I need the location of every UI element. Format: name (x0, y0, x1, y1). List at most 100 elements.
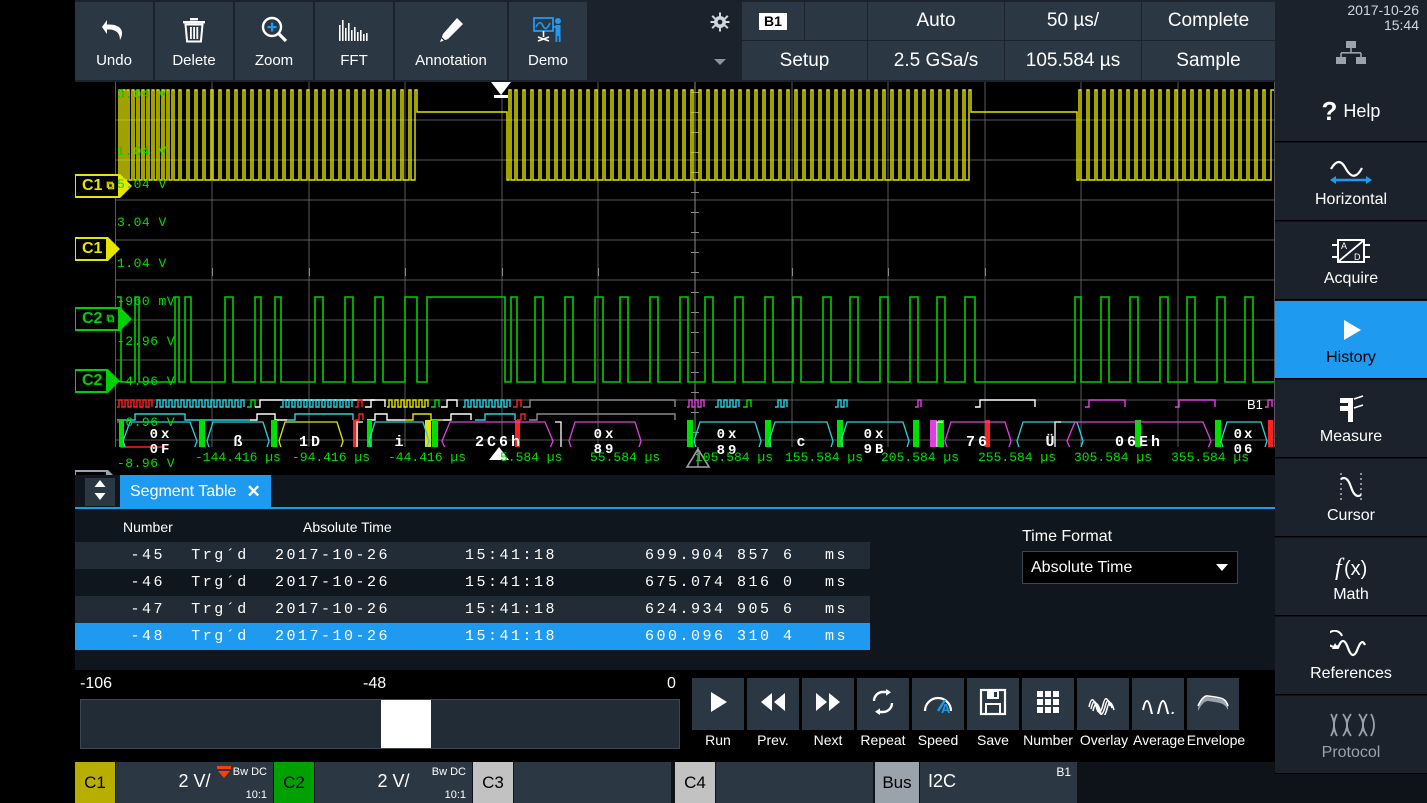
channel-bandwidth-c2: Bᴡ DC (432, 766, 466, 778)
sidebar-item-measure[interactable]: Measure (1275, 380, 1427, 458)
sidebar-item-protocol[interactable]: Protocol (1275, 696, 1427, 774)
channel-settings-c4[interactable] (716, 762, 873, 803)
rewind-icon (758, 690, 788, 719)
channel-tag-c2-threshold[interactable]: C2 ⧉ (75, 307, 120, 331)
speed-button[interactable]: A (912, 678, 964, 730)
time-tick: 255.584 µs (978, 450, 1056, 465)
save-label: Save (967, 732, 1019, 748)
demo-button[interactable]: Demo (509, 2, 587, 80)
record-length-field[interactable]: 105.584 µs (1005, 41, 1141, 80)
channel-key-c1[interactable]: C1 (75, 762, 115, 803)
channel-tag-c2[interactable]: C2 (75, 369, 108, 393)
annotation-button[interactable]: Annotation (395, 2, 507, 80)
history-scrollbar-thumb[interactable] (381, 700, 431, 748)
channel-key-c3[interactable]: C3 (473, 762, 513, 803)
acquisition-mode-field[interactable]: Sample (1142, 41, 1275, 80)
sidebar-item-label: Cursor (1327, 507, 1375, 525)
channel-tag-c1-threshold[interactable]: C1 ⧉ (75, 174, 120, 198)
panel-resize-spinner[interactable] (85, 478, 115, 506)
overlay-label: Overlay (1073, 732, 1135, 748)
undo-button[interactable]: Undo (75, 2, 153, 80)
cursor-wave-icon (1331, 470, 1371, 506)
channel-key-c4[interactable]: C4 (675, 762, 715, 803)
play-icon (1335, 312, 1367, 348)
time-axis: -144.416 µs -94.416 µs -44.416 µs 5.584 … (190, 447, 1275, 475)
sidebar-item-horizontal[interactable]: Horizontal (1275, 143, 1427, 221)
spinner-updown-icon (93, 479, 107, 506)
channel-settings-c1[interactable]: 2 V/ Bᴡ DC 10:1 (116, 762, 273, 803)
cell-clock: 15:41:18 (465, 574, 645, 591)
bus-key[interactable]: Bus (875, 762, 919, 803)
sidebar-item-math[interactable]: f (x) Math (1275, 538, 1427, 616)
scroll-range-labels: -106 -48 0 (75, 672, 685, 697)
table-row[interactable]: -45 Trg´d 2017-10-26 15:41:18 699.904 85… (75, 542, 870, 569)
tab-segment-table[interactable]: Segment Table ✕ (120, 475, 271, 509)
playback-controls: Run Prev. Next Repeat (692, 678, 1252, 750)
prev-button[interactable] (747, 678, 799, 730)
repeat-label: Repeat (857, 732, 909, 748)
sidebar-item-help[interactable]: ? Help (1275, 82, 1427, 142)
fft-button[interactable]: FFT (315, 2, 393, 80)
network-icon[interactable] (1334, 40, 1368, 71)
cell-value: 675.074 816 0 (645, 574, 825, 591)
zoom-button[interactable]: Zoom (235, 2, 313, 80)
trigger-position-marker[interactable] (491, 82, 511, 95)
sample-rate-field[interactable]: 2.5 GSa/s (868, 41, 1004, 80)
svg-text:A: A (1341, 241, 1347, 251)
bus-settings[interactable]: I2C B1 (920, 762, 1077, 803)
channel-bandwidth-c1: Bᴡ DC (233, 766, 267, 778)
delete-button[interactable]: Delete (155, 2, 233, 80)
speed-label: Speed (912, 732, 964, 748)
bus-badge: B1 (1056, 765, 1071, 779)
time-format-select[interactable]: Absolute Time (1022, 551, 1238, 584)
table-row[interactable]: -46 Trg´d 2017-10-26 15:41:18 675.074 81… (75, 569, 870, 596)
close-icon[interactable]: ✕ (246, 482, 260, 502)
channel-settings-c3[interactable] (514, 762, 671, 803)
table-row[interactable]: -48 Trg´d 2017-10-26 15:41:18 600.096 31… (75, 623, 870, 650)
bus-indicator[interactable]: B1 (742, 2, 804, 40)
fft-icon (337, 10, 371, 50)
fft-label: FFT (340, 52, 368, 69)
trigger-mode-field[interactable]: Auto (868, 2, 1004, 40)
channel-tag-c1[interactable]: C1 (75, 237, 108, 261)
table-row[interactable]: -47 Trg´d 2017-10-26 15:41:18 624.934 90… (75, 596, 870, 623)
waveform-display[interactable]: 0x0F ß 1D i 2C6h 0x89 c 0x 0x9B 76 Ü 06E… (75, 82, 1275, 475)
repeat-button[interactable] (857, 678, 909, 730)
run-button[interactable] (692, 678, 744, 730)
sidebar-item-cursor[interactable]: Cursor (1275, 459, 1427, 537)
sidebar-item-references[interactable]: References (1275, 617, 1427, 695)
channel-probe-ratio-c1: 10:1 (246, 789, 267, 801)
overlay-waves-icon (1086, 689, 1120, 720)
time-tick: -144.416 µs (195, 450, 281, 465)
references-wave-icon (1330, 628, 1372, 664)
time-scale-field[interactable]: 50 µs/ (1005, 2, 1141, 40)
cell-number: -48 (75, 628, 165, 645)
number-button[interactable] (1022, 678, 1074, 730)
pencil-icon (437, 10, 465, 50)
acquisition-settings-grid: B1 Setup Auto 2.5 GSa/s 50 µs/ 105.584 µ… (742, 2, 1275, 80)
cell-number: -46 (75, 574, 165, 591)
cell-date: 2017-10-26 (275, 628, 465, 645)
envelope-button[interactable] (1187, 678, 1239, 730)
sidebar-item-history[interactable]: History (1275, 301, 1427, 379)
average-button[interactable] (1132, 678, 1184, 730)
toolbar-settings-button[interactable] (698, 2, 742, 80)
save-button[interactable] (967, 678, 1019, 730)
channel-key-c2[interactable]: C2 (274, 762, 314, 803)
voltage-label: 3.04 V (117, 215, 167, 230)
overlay-button[interactable] (1077, 678, 1129, 730)
acquisition-state-field[interactable]: Complete (1142, 2, 1275, 40)
annotation-label: Annotation (415, 52, 487, 69)
next-button[interactable] (802, 678, 854, 730)
scroll-min-label: -106 (80, 675, 112, 693)
trigger-source-icon (216, 765, 232, 784)
time-tick: 155.584 µs (785, 450, 863, 465)
sidebar-item-acquire[interactable]: A D Acquire (1275, 222, 1427, 300)
play-icon (705, 689, 731, 720)
bus-indicator-2[interactable] (805, 2, 867, 40)
channel-settings-c2[interactable]: 2 V/ Bᴡ DC 10:1 (315, 762, 472, 803)
right-sidebar: ? Help Horizontal A D (1275, 82, 1427, 803)
history-scrollbar[interactable] (80, 699, 680, 749)
svg-text:A: A (941, 701, 951, 715)
setup-button[interactable]: Setup (742, 41, 867, 80)
